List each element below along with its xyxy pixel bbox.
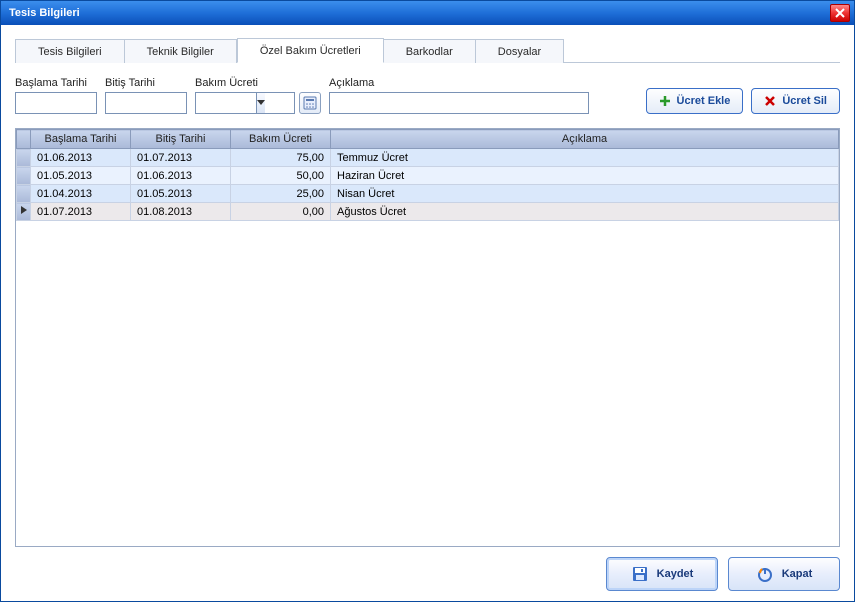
- row-indicator-current: [17, 203, 31, 221]
- aciklama-input[interactable]: [329, 92, 589, 114]
- kapat-button[interactable]: Kapat: [728, 557, 840, 591]
- cell-bitis[interactable]: 01.05.2013: [131, 185, 231, 203]
- table-row[interactable]: 01.05.2013 01.06.2013 50,00 Haziran Ücre…: [17, 167, 839, 185]
- ucret-sil-label: Ücret Sil: [782, 95, 827, 107]
- grid-header-row: Başlama Tarihi Bitiş Tarihi Bakım Ücreti…: [17, 130, 839, 149]
- window-title: Tesis Bilgileri: [9, 7, 830, 19]
- baslama-combo[interactable]: [15, 92, 97, 114]
- grid-header-aciklama[interactable]: Açıklama: [331, 130, 839, 149]
- grid-header-bitis[interactable]: Bitiş Tarihi: [131, 130, 231, 149]
- footer-buttons: Kaydet Kapat: [15, 557, 840, 591]
- kaydet-label: Kaydet: [657, 568, 694, 580]
- cell-bakim[interactable]: 0,00: [231, 203, 331, 221]
- tab-teknik-bilgiler[interactable]: Teknik Bilgiler: [125, 39, 237, 63]
- ucret-sil-button[interactable]: Ücret Sil: [751, 88, 840, 114]
- cell-baslama[interactable]: 01.05.2013: [31, 167, 131, 185]
- ucret-ekle-label: Ücret Ekle: [677, 95, 731, 107]
- grid-header-baslama[interactable]: Başlama Tarihi: [31, 130, 131, 149]
- grid-header-bakim[interactable]: Bakım Ücreti: [231, 130, 331, 149]
- row-indicator: [17, 185, 31, 203]
- cell-baslama[interactable]: 01.04.2013: [31, 185, 131, 203]
- cell-bakim[interactable]: 50,00: [231, 167, 331, 185]
- bitis-combo[interactable]: [105, 92, 187, 114]
- cell-bakim[interactable]: 75,00: [231, 149, 331, 167]
- baslama-group: Başlama Tarihi: [15, 77, 97, 114]
- form-row: Başlama Tarihi Bitiş Tarihi: [15, 77, 840, 114]
- row-pointer-icon: [20, 205, 28, 215]
- cell-bitis[interactable]: 01.07.2013: [131, 149, 231, 167]
- cell-aciklama[interactable]: Temmuz Ücret: [331, 149, 839, 167]
- table-row[interactable]: 01.06.2013 01.07.2013 75,00 Temmuz Ücret: [17, 149, 839, 167]
- cell-bakim[interactable]: 25,00: [231, 185, 331, 203]
- kaydet-button[interactable]: Kaydet: [606, 557, 718, 591]
- bitis-dropdown-button[interactable]: [256, 93, 265, 113]
- aciklama-group: Açıklama: [329, 77, 589, 114]
- chevron-down-icon: [257, 100, 265, 106]
- aciklama-label: Açıklama: [329, 77, 589, 89]
- window-close-button[interactable]: [830, 4, 850, 22]
- table-row[interactable]: 01.04.2013 01.05.2013 25,00 Nisan Ücret: [17, 185, 839, 203]
- row-indicator: [17, 167, 31, 185]
- bitis-group: Bitiş Tarihi: [105, 77, 187, 114]
- close-icon: [835, 8, 845, 18]
- tab-ozel-bakim-ucretleri[interactable]: Özel Bakım Ücretleri: [237, 38, 384, 63]
- tab-dosyalar[interactable]: Dosyalar: [476, 39, 564, 63]
- power-icon: [756, 565, 774, 583]
- ucret-ekle-button[interactable]: Ücret Ekle: [646, 88, 744, 114]
- row-indicator: [17, 149, 31, 167]
- kapat-label: Kapat: [782, 568, 813, 580]
- bitis-label: Bitiş Tarihi: [105, 77, 187, 89]
- tab-tesis-bilgileri[interactable]: Tesis Bilgileri: [15, 39, 125, 63]
- bitis-input[interactable]: [106, 93, 256, 113]
- calculator-icon: [303, 96, 317, 110]
- cell-bitis[interactable]: 01.08.2013: [131, 203, 231, 221]
- grid-header-indicator: [17, 130, 31, 149]
- save-icon: [631, 565, 649, 583]
- titlebar: Tesis Bilgileri: [1, 1, 854, 25]
- cell-aciklama[interactable]: Nisan Ücret: [331, 185, 839, 203]
- baslama-label: Başlama Tarihi: [15, 77, 97, 89]
- window: Tesis Bilgileri Tesis Bilgileri Teknik B…: [0, 0, 855, 602]
- calculator-button[interactable]: [299, 92, 321, 114]
- cell-baslama[interactable]: 01.06.2013: [31, 149, 131, 167]
- tab-barkodlar[interactable]: Barkodlar: [384, 39, 476, 63]
- cell-bitis[interactable]: 01.06.2013: [131, 167, 231, 185]
- body: Tesis Bilgileri Teknik Bilgiler Özel Bak…: [1, 25, 854, 601]
- plus-icon: [659, 95, 671, 107]
- cell-aciklama[interactable]: Ağustos Ücret: [331, 203, 839, 221]
- bakim-label: Bakım Ücreti: [195, 77, 321, 89]
- table-row[interactable]: 01.07.2013 01.08.2013 0,00 Ağustos Ücret: [17, 203, 839, 221]
- cell-baslama[interactable]: 01.07.2013: [31, 203, 131, 221]
- grid-container: Başlama Tarihi Bitiş Tarihi Bakım Ücreti…: [15, 128, 840, 547]
- cell-aciklama[interactable]: Haziran Ücret: [331, 167, 839, 185]
- tab-bar: Tesis Bilgileri Teknik Bilgiler Özel Bak…: [15, 33, 840, 63]
- delete-icon: [764, 95, 776, 107]
- grid[interactable]: Başlama Tarihi Bitiş Tarihi Bakım Ücreti…: [16, 129, 839, 221]
